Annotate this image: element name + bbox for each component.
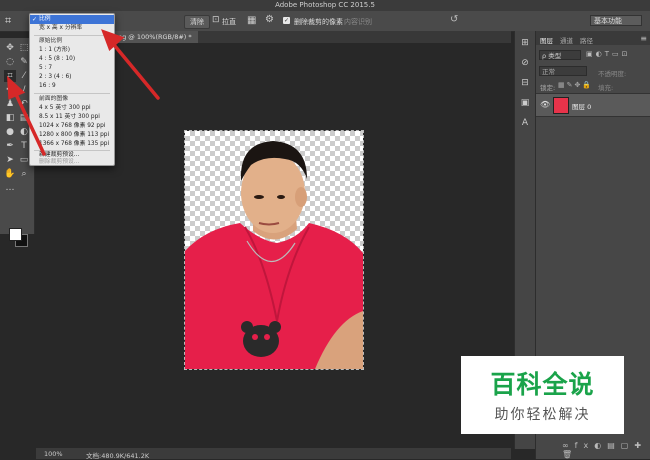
- properties-panel-icon[interactable]: ⊟: [519, 77, 531, 89]
- layer-thumbnail: [553, 97, 569, 114]
- eye-icon[interactable]: 👁: [540, 100, 550, 109]
- tab-paths[interactable]: 路径: [580, 35, 593, 45]
- dropdown-item-1024x768[interactable]: 1024 x 768 像素 92 ppi: [30, 122, 114, 131]
- clear-button[interactable]: 清除: [184, 15, 210, 29]
- hand-tool-icon[interactable]: ✋: [4, 168, 16, 180]
- dropdown-item-ratio[interactable]: ✓ 比例: [30, 15, 114, 24]
- dropdown-item-4-5[interactable]: 4 : 5 (8 : 10): [30, 55, 114, 64]
- crop-tool-icon[interactable]: ⌗: [4, 70, 16, 82]
- tab-layers[interactable]: 图层: [540, 35, 553, 45]
- watermark-title: 百科全说: [490, 370, 595, 399]
- dropdown-item-4x5-inch[interactable]: 4 x 5 英寸 300 ppi: [30, 104, 114, 113]
- document-canvas[interactable]: [184, 130, 364, 370]
- overlay-grid-icon[interactable]: ▦: [247, 15, 256, 26]
- zoom-level[interactable]: 100%: [44, 450, 63, 458]
- status-bar: 100% 文档:480.9K/641.2K: [36, 448, 511, 460]
- dropdown-item-1280x800[interactable]: 1280 x 800 像素 113 ppi: [30, 131, 114, 140]
- straighten-icon[interactable]: ⊡: [212, 15, 220, 25]
- crop-ratio-dropdown[interactable]: ✓ 比例 宽 x 高 x 分辨率 原始比例 1 : 1 (方形) 4 : 5 (8…: [29, 13, 115, 166]
- lasso-tool-icon[interactable]: ◌: [4, 56, 16, 68]
- blur-tool-icon[interactable]: ●: [4, 126, 16, 138]
- character-panel-icon[interactable]: A: [519, 117, 531, 129]
- delete-cropped-pixels-label[interactable]: 删除裁剪的像素: [294, 17, 343, 27]
- document-tab[interactable]: ng @ 100%(RGB/8#) *: [112, 31, 198, 43]
- healing-brush-tool-icon[interactable]: ✚: [4, 84, 16, 96]
- check-icon: ✓: [32, 16, 38, 23]
- workspace-select[interactable]: 基本功能: [590, 15, 642, 26]
- dropdown-separator: [34, 35, 110, 36]
- gear-icon[interactable]: ⚙: [265, 14, 274, 25]
- layers-panel-footer-icons[interactable]: ∞fx◐▤▢✚🗑: [536, 441, 650, 459]
- history-panel-icon[interactable]: ⊞: [519, 37, 531, 49]
- layers-panel-tabs: 图层 通道 路径 ≡: [536, 31, 650, 45]
- layer-row[interactable]: 👁 图层 0: [536, 93, 650, 117]
- tab-channels[interactable]: 通道: [560, 35, 573, 45]
- dropdown-item-16-9[interactable]: 16 : 9: [30, 82, 114, 91]
- watermark-logo: 百科全说 助你轻松解决: [461, 356, 624, 434]
- dropdown-item-2-3[interactable]: 2 : 3 (4 : 6): [30, 73, 114, 82]
- dropdown-item-8-5x11-inch[interactable]: 8.5 x 11 英寸 300 ppi: [30, 113, 114, 122]
- pen-tool-icon[interactable]: ✒: [4, 140, 16, 152]
- portrait-image: [185, 141, 363, 369]
- libraries-panel-icon[interactable]: ▣: [519, 97, 531, 109]
- layer-filter-select[interactable]: ρ 类型: [539, 50, 581, 60]
- dropdown-item-1366x768[interactable]: 1366 x 768 像素 135 ppi: [30, 140, 114, 149]
- foreground-color-swatch[interactable]: [9, 228, 22, 241]
- dropdown-item-5-7[interactable]: 5 : 7: [30, 64, 114, 73]
- opacity-label: 不透明度:: [598, 70, 627, 78]
- dropdown-item-1-1[interactable]: 1 : 1 (方形): [30, 46, 114, 55]
- path-select-tool-icon[interactable]: ➤: [4, 154, 16, 166]
- more-tools-icon[interactable]: …: [4, 182, 16, 194]
- panel-menu-icon[interactable]: ≡: [640, 34, 647, 43]
- dropdown-item-front-image[interactable]: 前面的图像: [30, 95, 114, 104]
- watermark-subtitle: 助你轻松解决: [494, 407, 591, 423]
- fill-label: 填充:: [598, 84, 614, 92]
- delete-cropped-pixels-checkbox[interactable]: ✓: [283, 17, 290, 24]
- dropdown-item-wh-resolution[interactable]: 宽 x 高 x 分辨率: [30, 24, 114, 33]
- move-tool-icon[interactable]: ✥: [4, 42, 16, 54]
- straighten-label[interactable]: 拉直: [222, 17, 236, 27]
- layer-filter-icons[interactable]: ▣◐T▭⊡: [586, 50, 630, 58]
- eraser-tool-icon[interactable]: ◧: [4, 112, 16, 124]
- window-title: Adobe Photoshop CC 2015.5: [275, 1, 375, 9]
- lock-label: 锁定:: [540, 84, 556, 92]
- content-aware-label: 内容识别: [344, 18, 372, 26]
- dropdown-item-delete-preset: 删除裁剪预设...: [39, 159, 80, 165]
- lock-icons[interactable]: ▦✎✥🔒: [558, 81, 593, 89]
- layer-name[interactable]: 图层 0: [572, 101, 591, 111]
- clone-stamp-tool-icon[interactable]: ♟: [4, 98, 16, 110]
- dropdown-separator: [34, 93, 110, 94]
- reset-icon[interactable]: ↺: [450, 14, 458, 25]
- dropdown-item-original-ratio[interactable]: 原始比例: [30, 37, 114, 46]
- zoom-tool-icon[interactable]: ⌕: [18, 168, 30, 180]
- adjustments-panel-icon[interactable]: ⊘: [519, 57, 531, 69]
- blend-mode-select[interactable]: 正常: [539, 66, 587, 76]
- crop-tool-preset-icon[interactable]: ⌗: [5, 14, 11, 28]
